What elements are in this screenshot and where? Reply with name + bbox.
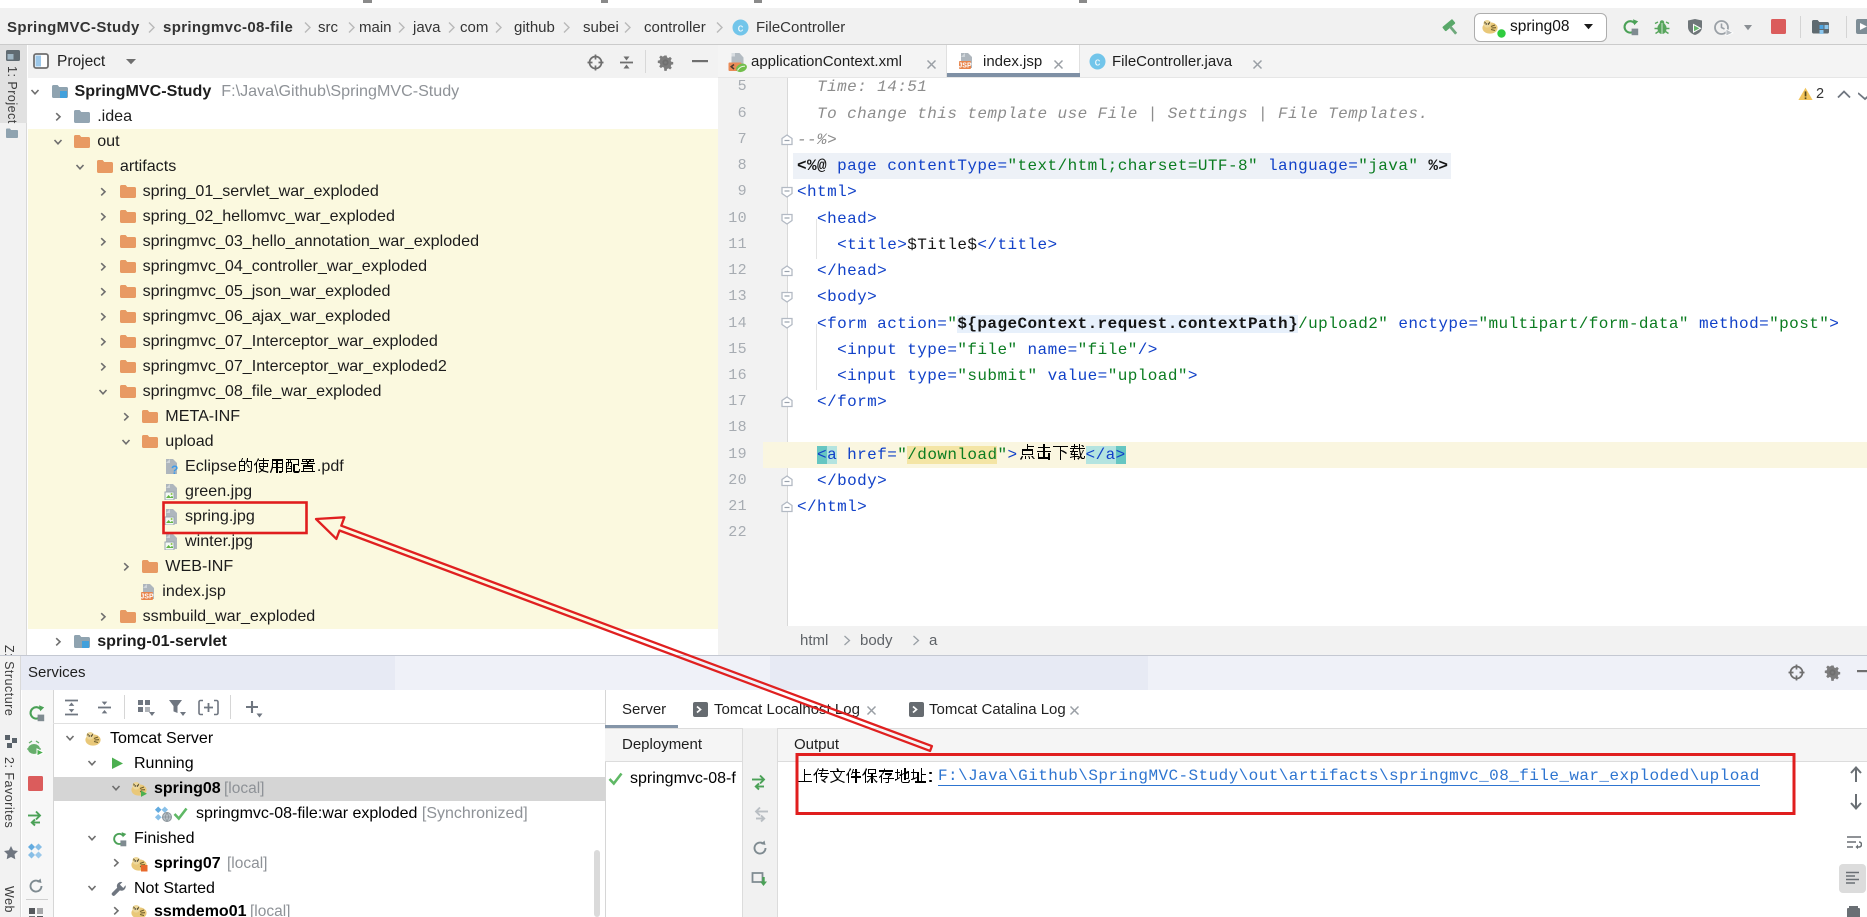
svg-text:c: c: [1095, 57, 1101, 69]
svg-text:JSP: JSP: [959, 63, 972, 69]
svg-text:c: c: [738, 23, 744, 35]
svg-text:?: ?: [171, 463, 178, 475]
svg-text:JSP: JSP: [141, 593, 154, 599]
